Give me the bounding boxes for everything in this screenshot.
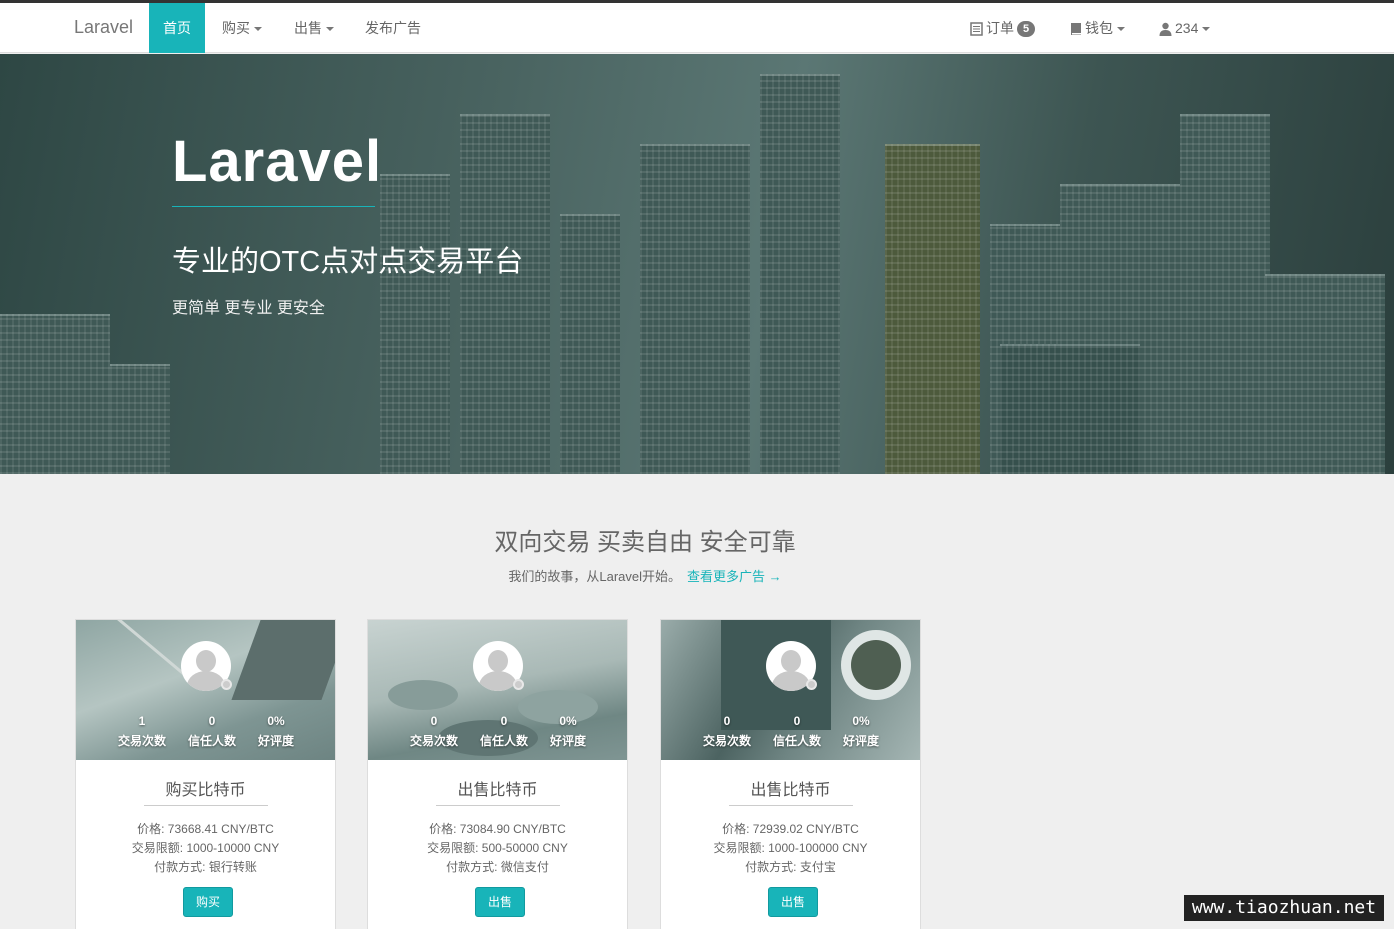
cup-shape — [841, 630, 911, 700]
stat-trades: 0 交易次数 — [409, 714, 458, 748]
laptop-shape — [231, 620, 335, 700]
card-price: 价格: 73668.41 CNY/BTC — [137, 822, 274, 836]
card-limit: 交易限额: 1000-10000 CNY — [131, 841, 280, 855]
card-divider — [144, 805, 268, 806]
pen-shape — [115, 620, 187, 677]
city-building — [1000, 344, 1140, 474]
stat-trades: 1 交易次数 — [117, 714, 166, 748]
ad-card: 0 交易次数 0 信任人数 0% 好评度 出售比特币 价格: 73084.90 CNY… — [367, 619, 628, 929]
city-building — [0, 314, 110, 474]
card-price: 价格: 73084.90 CNY/BTC — [429, 822, 566, 836]
sell-button[interactable]: 出售 — [768, 887, 819, 917]
nav-user-label: 234 — [1175, 20, 1199, 36]
card-title: 购买比特币 — [165, 782, 246, 799]
card-payment: 付款方式: 微信支付 — [446, 860, 549, 874]
hero-title: Laravel — [172, 129, 383, 194]
city-building — [760, 74, 840, 474]
card-divider — [436, 805, 560, 806]
list-icon — [970, 22, 983, 37]
card-divider — [729, 805, 853, 806]
section-desc-text: 我们的故事，从Laravel开始。 — [508, 569, 681, 584]
card-limit: 交易限额: 500-50000 CNY — [427, 841, 568, 855]
card-limit: 交易限额: 1000-100000 CNY — [713, 841, 868, 855]
city-building — [1265, 274, 1385, 474]
nav-home[interactable]: 首页 — [149, 3, 205, 53]
hero-subtitle: 专业的OTC点对点交易平台 — [172, 246, 524, 278]
brand-link[interactable]: Laravel — [74, 17, 133, 38]
hero-tagline: 更简单 更专业 更安全 — [172, 300, 325, 317]
card-price: 价格: 72939.02 CNY/BTC — [722, 822, 859, 836]
chevron-down-icon — [1202, 27, 1211, 32]
stat-trust: 0 信任人数 — [187, 714, 236, 748]
ad-card: 1 交易次数 0 信任人数 0% 好评度 购买比特币 价格: 73668.41 CNY… — [75, 619, 336, 929]
city-building — [560, 214, 620, 474]
chevron-down-icon — [254, 27, 262, 32]
stat-trust: 0 信任人数 — [479, 714, 528, 748]
navbar: Laravel 首页 购买 出售 发布广告 订单 5 钱包 234 — [0, 3, 1394, 53]
book-icon — [1071, 23, 1081, 36]
sell-button[interactable]: 出售 — [475, 887, 526, 917]
card-header: 1 交易次数 0 信任人数 0% 好评度 — [76, 620, 335, 760]
nav-buy-label: 购买 — [222, 20, 250, 36]
status-dot — [513, 679, 524, 690]
card-title: 出售比特币 — [750, 782, 831, 799]
stat-trades: 0 交易次数 — [702, 714, 751, 748]
nav-wallet-dropdown[interactable]: 钱包 — [1070, 3, 1125, 53]
status-dot — [806, 679, 817, 690]
nav-orders[interactable]: 订单 5 — [970, 3, 1036, 53]
city-building — [380, 174, 450, 474]
ad-card: 0 交易次数 0 信任人数 0% 好评度 出售比特币 价格: 72939.02 CNY… — [660, 619, 921, 929]
status-dot — [221, 679, 232, 690]
city-building — [885, 144, 980, 474]
card-payment: 付款方式: 支付宝 — [745, 860, 836, 874]
stat-trust: 0 信任人数 — [772, 714, 821, 748]
city-building — [110, 364, 170, 474]
card-title: 出售比特币 — [457, 782, 538, 799]
stat-rating: 0% 好评度 — [257, 714, 294, 748]
stat-rating: 0% 好评度 — [549, 714, 586, 748]
card-header: 0 交易次数 0 信任人数 0% 好评度 — [368, 620, 627, 760]
hero-divider — [172, 206, 375, 207]
chevron-down-icon — [326, 27, 334, 32]
nav-buy-dropdown[interactable]: 购买 — [222, 3, 262, 53]
city-building — [640, 144, 750, 474]
orders-count-badge: 5 — [1017, 21, 1036, 38]
more-ads-link[interactable]: 查看更多广告 → — [687, 569, 782, 584]
nav-wallet-label: 钱包 — [1085, 20, 1113, 36]
card-payment: 付款方式: 银行转账 — [154, 860, 257, 874]
user-icon — [1159, 23, 1172, 37]
coin-shape — [388, 680, 458, 710]
section-title: 双向交易 买卖自由 安全可靠 — [494, 529, 796, 556]
nav-orders-label: 订单 — [986, 20, 1014, 36]
nav-sell-dropdown[interactable]: 出售 — [294, 3, 334, 53]
chevron-down-icon — [1117, 27, 1125, 32]
buy-button[interactable]: 购买 — [183, 887, 234, 917]
nav-sell-label: 出售 — [294, 20, 322, 36]
stat-rating: 0% 好评度 — [842, 714, 879, 748]
hero-banner: Laravel 专业的OTC点对点交易平台 更简单 更专业 更安全 — [0, 54, 1394, 474]
city-building — [1180, 114, 1270, 474]
card-header: 0 交易次数 0 信任人数 0% 好评度 — [661, 620, 920, 760]
nav-publish-ad[interactable]: 发布广告 — [365, 3, 421, 53]
city-building — [460, 114, 550, 474]
nav-user-dropdown[interactable]: 234 — [1159, 3, 1211, 53]
watermark: www.tiaozhuan.net — [1184, 895, 1384, 921]
section-description: 我们的故事，从Laravel开始。 查看更多广告 → — [0, 566, 1290, 585]
